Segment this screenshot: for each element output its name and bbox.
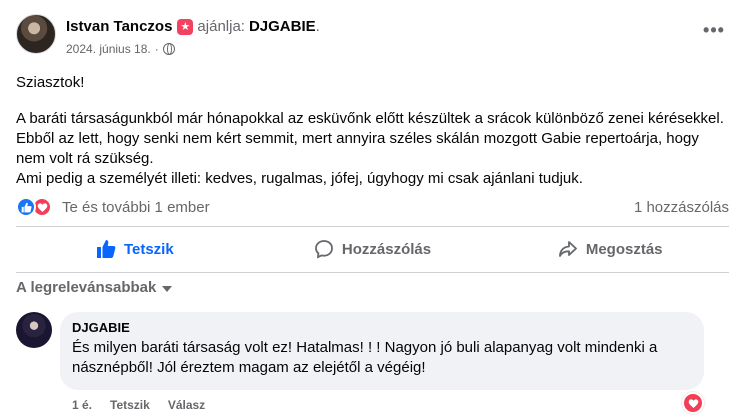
- author-avatar[interactable]: [16, 14, 56, 54]
- post-paragraph-1: A baráti társaságunkból már hónapokkal a…: [16, 110, 724, 167]
- divider: [16, 272, 729, 273]
- reactions-summary[interactable]: Te és további 1 ember: [62, 199, 210, 216]
- comment-text: És milyen baráti társaság volt ez! Hatal…: [72, 339, 658, 376]
- comment-bubble: DJGABIE És milyen baráti társaság volt e…: [60, 312, 704, 390]
- post-date[interactable]: 2024. június 18.: [66, 42, 151, 56]
- share-arrow-icon: [558, 241, 577, 257]
- speech-bubble-icon: [315, 240, 333, 259]
- reaction-icons[interactable]: [16, 197, 52, 217]
- share-label: Megosztás: [585, 240, 663, 258]
- comment-count[interactable]: 1 hozzászólás: [634, 199, 729, 216]
- like-button[interactable]: Tetszik: [16, 230, 254, 268]
- meta-separator: ·: [154, 42, 159, 56]
- post-header: Istvan Tanczos ajánlja: DJGABIE. 2024. j…: [16, 14, 729, 62]
- post-paragraph-2: Ami pedig a személyét illeti: kedves, ru…: [16, 170, 583, 187]
- reactions-bar: Te és további 1 ember 1 hozzászólás: [16, 197, 729, 219]
- comment-author[interactable]: DJGABIE: [72, 320, 692, 336]
- thumbs-up-icon: [16, 197, 36, 217]
- like-label: Tetszik: [123, 240, 174, 258]
- comment-button[interactable]: Hozzászólás: [254, 230, 492, 268]
- comment-time[interactable]: 1 é.: [72, 398, 92, 412]
- author-name[interactable]: Istvan Tanczos: [66, 18, 172, 35]
- divider: [16, 226, 729, 227]
- post-text: Sziasztok! A baráti társaságunkból már h…: [16, 73, 729, 189]
- recommends-label: ajánlja:: [197, 18, 245, 35]
- comment-actions: 1 é. Tetszik Válasz: [72, 398, 205, 412]
- sort-label: A legrelevánsabbak: [16, 279, 157, 296]
- author-line: Istvan Tanczos ajánlja: DJGABIE.: [66, 18, 320, 35]
- commenter-avatar[interactable]: [16, 312, 52, 348]
- post-meta: 2024. június 18. ·: [66, 42, 175, 56]
- comment-sort-dropdown[interactable]: A legrelevánsabbak: [16, 279, 173, 296]
- more-options-button[interactable]: •••: [699, 21, 729, 44]
- share-button[interactable]: Megosztás: [491, 230, 729, 268]
- page-name[interactable]: DJGABIE: [249, 18, 316, 35]
- star-badge-icon: [177, 18, 194, 35]
- comment-like-button[interactable]: Tetszik: [110, 398, 150, 412]
- page-name-dot: .: [315, 18, 320, 35]
- caret-down-icon: [162, 285, 173, 292]
- heart-icon[interactable]: [682, 392, 704, 414]
- comment-reply-button[interactable]: Válasz: [168, 398, 205, 412]
- post-action-bar: Tetszik Hozzászólás Megosztás: [16, 230, 729, 268]
- post-greeting: Sziasztok!: [16, 74, 85, 91]
- more-dots-icon: •••: [703, 20, 725, 40]
- globe-icon: [162, 43, 175, 55]
- comment-label: Hozzászólás: [341, 240, 432, 258]
- thumbs-up-icon: [96, 240, 116, 258]
